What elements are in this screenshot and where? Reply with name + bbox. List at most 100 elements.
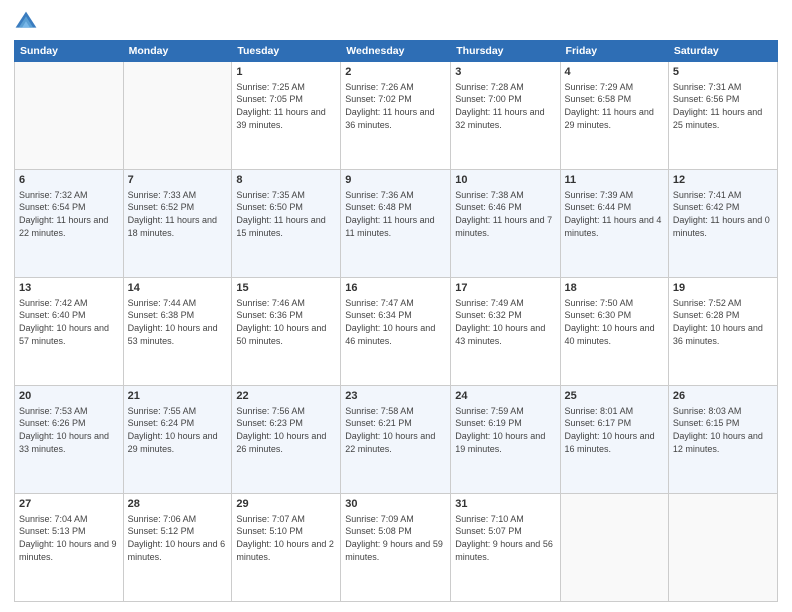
day-detail: Sunrise: 7:53 AM Sunset: 6:26 PM Dayligh… — [19, 405, 119, 455]
day-cell: 6Sunrise: 7:32 AM Sunset: 6:54 PM Daylig… — [15, 170, 124, 278]
day-detail: Sunrise: 7:39 AM Sunset: 6:44 PM Dayligh… — [565, 189, 664, 239]
day-cell: 1Sunrise: 7:25 AM Sunset: 7:05 PM Daylig… — [232, 62, 341, 170]
day-detail: Sunrise: 7:41 AM Sunset: 6:42 PM Dayligh… — [673, 189, 773, 239]
day-cell: 22Sunrise: 7:56 AM Sunset: 6:23 PM Dayli… — [232, 386, 341, 494]
day-cell: 15Sunrise: 7:46 AM Sunset: 6:36 PM Dayli… — [232, 278, 341, 386]
day-number: 7 — [128, 173, 228, 188]
day-cell: 4Sunrise: 7:29 AM Sunset: 6:58 PM Daylig… — [560, 62, 668, 170]
day-number: 9 — [345, 173, 446, 188]
day-number: 10 — [455, 173, 555, 188]
calendar: SundayMondayTuesdayWednesdayThursdayFrid… — [14, 40, 778, 602]
col-header-monday: Monday — [123, 41, 232, 62]
col-header-thursday: Thursday — [451, 41, 560, 62]
day-number: 8 — [236, 173, 336, 188]
day-detail: Sunrise: 7:44 AM Sunset: 6:38 PM Dayligh… — [128, 297, 228, 347]
day-number: 27 — [19, 497, 119, 512]
day-cell: 5Sunrise: 7:31 AM Sunset: 6:56 PM Daylig… — [668, 62, 777, 170]
day-cell: 2Sunrise: 7:26 AM Sunset: 7:02 PM Daylig… — [341, 62, 451, 170]
day-cell: 31Sunrise: 7:10 AM Sunset: 5:07 PM Dayli… — [451, 494, 560, 602]
day-detail: Sunrise: 7:52 AM Sunset: 6:28 PM Dayligh… — [673, 297, 773, 347]
day-number: 24 — [455, 389, 555, 404]
day-number: 17 — [455, 281, 555, 296]
header-row: SundayMondayTuesdayWednesdayThursdayFrid… — [15, 41, 778, 62]
header — [14, 10, 778, 34]
day-detail: Sunrise: 7:56 AM Sunset: 6:23 PM Dayligh… — [236, 405, 336, 455]
day-cell: 25Sunrise: 8:01 AM Sunset: 6:17 PM Dayli… — [560, 386, 668, 494]
day-number: 23 — [345, 389, 446, 404]
day-detail: Sunrise: 7:38 AM Sunset: 6:46 PM Dayligh… — [455, 189, 555, 239]
day-number: 19 — [673, 281, 773, 296]
day-number: 3 — [455, 65, 555, 80]
day-cell: 17Sunrise: 7:49 AM Sunset: 6:32 PM Dayli… — [451, 278, 560, 386]
day-number: 16 — [345, 281, 446, 296]
day-number: 15 — [236, 281, 336, 296]
day-detail: Sunrise: 7:32 AM Sunset: 6:54 PM Dayligh… — [19, 189, 119, 239]
day-detail: Sunrise: 7:36 AM Sunset: 6:48 PM Dayligh… — [345, 189, 446, 239]
day-number: 1 — [236, 65, 336, 80]
week-row-2: 6Sunrise: 7:32 AM Sunset: 6:54 PM Daylig… — [15, 170, 778, 278]
day-cell — [123, 62, 232, 170]
day-number: 6 — [19, 173, 119, 188]
day-cell: 29Sunrise: 7:07 AM Sunset: 5:10 PM Dayli… — [232, 494, 341, 602]
day-cell: 20Sunrise: 7:53 AM Sunset: 6:26 PM Dayli… — [15, 386, 124, 494]
day-cell: 18Sunrise: 7:50 AM Sunset: 6:30 PM Dayli… — [560, 278, 668, 386]
day-cell: 24Sunrise: 7:59 AM Sunset: 6:19 PM Dayli… — [451, 386, 560, 494]
day-detail: Sunrise: 7:06 AM Sunset: 5:12 PM Dayligh… — [128, 513, 228, 563]
day-number: 28 — [128, 497, 228, 512]
day-cell: 30Sunrise: 7:09 AM Sunset: 5:08 PM Dayli… — [341, 494, 451, 602]
day-detail: Sunrise: 7:42 AM Sunset: 6:40 PM Dayligh… — [19, 297, 119, 347]
day-number: 31 — [455, 497, 555, 512]
day-cell: 26Sunrise: 8:03 AM Sunset: 6:15 PM Dayli… — [668, 386, 777, 494]
day-cell: 13Sunrise: 7:42 AM Sunset: 6:40 PM Dayli… — [15, 278, 124, 386]
week-row-5: 27Sunrise: 7:04 AM Sunset: 5:13 PM Dayli… — [15, 494, 778, 602]
day-detail: Sunrise: 7:26 AM Sunset: 7:02 PM Dayligh… — [345, 81, 446, 131]
day-cell: 8Sunrise: 7:35 AM Sunset: 6:50 PM Daylig… — [232, 170, 341, 278]
day-detail: Sunrise: 7:58 AM Sunset: 6:21 PM Dayligh… — [345, 405, 446, 455]
day-cell: 23Sunrise: 7:58 AM Sunset: 6:21 PM Dayli… — [341, 386, 451, 494]
week-row-4: 20Sunrise: 7:53 AM Sunset: 6:26 PM Dayli… — [15, 386, 778, 494]
day-cell: 7Sunrise: 7:33 AM Sunset: 6:52 PM Daylig… — [123, 170, 232, 278]
day-number: 29 — [236, 497, 336, 512]
day-detail: Sunrise: 7:35 AM Sunset: 6:50 PM Dayligh… — [236, 189, 336, 239]
day-cell: 12Sunrise: 7:41 AM Sunset: 6:42 PM Dayli… — [668, 170, 777, 278]
day-cell — [668, 494, 777, 602]
day-number: 20 — [19, 389, 119, 404]
day-detail: Sunrise: 7:46 AM Sunset: 6:36 PM Dayligh… — [236, 297, 336, 347]
col-header-sunday: Sunday — [15, 41, 124, 62]
day-detail: Sunrise: 7:59 AM Sunset: 6:19 PM Dayligh… — [455, 405, 555, 455]
week-row-1: 1Sunrise: 7:25 AM Sunset: 7:05 PM Daylig… — [15, 62, 778, 170]
day-detail: Sunrise: 7:09 AM Sunset: 5:08 PM Dayligh… — [345, 513, 446, 563]
day-detail: Sunrise: 7:33 AM Sunset: 6:52 PM Dayligh… — [128, 189, 228, 239]
day-detail: Sunrise: 8:01 AM Sunset: 6:17 PM Dayligh… — [565, 405, 664, 455]
day-detail: Sunrise: 7:04 AM Sunset: 5:13 PM Dayligh… — [19, 513, 119, 563]
day-cell: 19Sunrise: 7:52 AM Sunset: 6:28 PM Dayli… — [668, 278, 777, 386]
day-detail: Sunrise: 7:28 AM Sunset: 7:00 PM Dayligh… — [455, 81, 555, 131]
day-cell: 10Sunrise: 7:38 AM Sunset: 6:46 PM Dayli… — [451, 170, 560, 278]
day-number: 22 — [236, 389, 336, 404]
day-detail: Sunrise: 7:50 AM Sunset: 6:30 PM Dayligh… — [565, 297, 664, 347]
day-number: 30 — [345, 497, 446, 512]
page: SundayMondayTuesdayWednesdayThursdayFrid… — [0, 0, 792, 612]
week-row-3: 13Sunrise: 7:42 AM Sunset: 6:40 PM Dayli… — [15, 278, 778, 386]
day-number: 21 — [128, 389, 228, 404]
day-cell: 14Sunrise: 7:44 AM Sunset: 6:38 PM Dayli… — [123, 278, 232, 386]
day-detail: Sunrise: 7:55 AM Sunset: 6:24 PM Dayligh… — [128, 405, 228, 455]
day-number: 14 — [128, 281, 228, 296]
day-cell: 11Sunrise: 7:39 AM Sunset: 6:44 PM Dayli… — [560, 170, 668, 278]
day-detail: Sunrise: 8:03 AM Sunset: 6:15 PM Dayligh… — [673, 405, 773, 455]
day-number: 4 — [565, 65, 664, 80]
day-detail: Sunrise: 7:25 AM Sunset: 7:05 PM Dayligh… — [236, 81, 336, 131]
day-detail: Sunrise: 7:10 AM Sunset: 5:07 PM Dayligh… — [455, 513, 555, 563]
day-detail: Sunrise: 7:29 AM Sunset: 6:58 PM Dayligh… — [565, 81, 664, 131]
col-header-saturday: Saturday — [668, 41, 777, 62]
logo — [14, 10, 40, 34]
day-detail: Sunrise: 7:49 AM Sunset: 6:32 PM Dayligh… — [455, 297, 555, 347]
day-number: 13 — [19, 281, 119, 296]
day-number: 18 — [565, 281, 664, 296]
day-cell: 9Sunrise: 7:36 AM Sunset: 6:48 PM Daylig… — [341, 170, 451, 278]
day-number: 11 — [565, 173, 664, 188]
day-detail: Sunrise: 7:07 AM Sunset: 5:10 PM Dayligh… — [236, 513, 336, 563]
day-number: 25 — [565, 389, 664, 404]
day-detail: Sunrise: 7:31 AM Sunset: 6:56 PM Dayligh… — [673, 81, 773, 131]
day-cell: 21Sunrise: 7:55 AM Sunset: 6:24 PM Dayli… — [123, 386, 232, 494]
